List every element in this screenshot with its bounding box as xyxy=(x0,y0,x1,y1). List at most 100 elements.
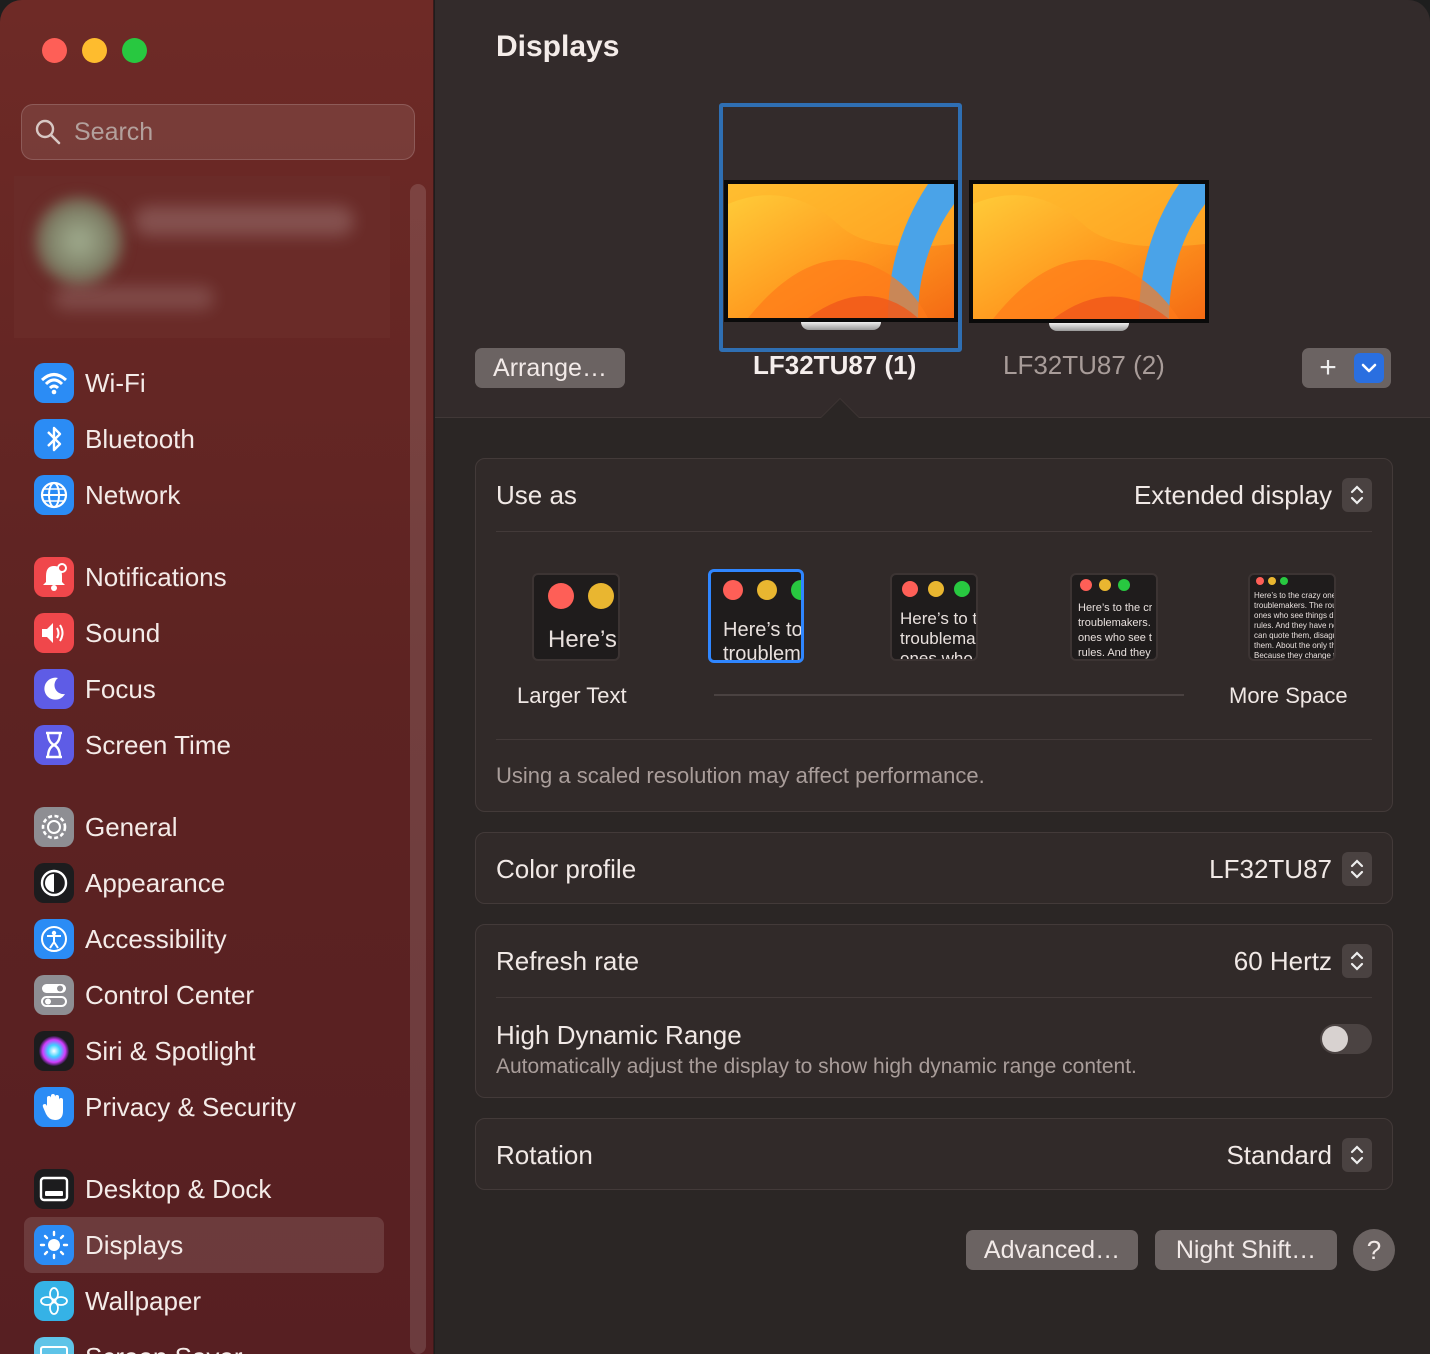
color-profile-popup[interactable]: LF32TU87 xyxy=(1209,852,1372,886)
use-as-popup[interactable]: Extended display xyxy=(1134,478,1372,512)
rotation-value: Standard xyxy=(1226,1139,1332,1170)
sidebar-item-label: Siri & Spotlight xyxy=(85,1035,256,1066)
sidebar-item-label: Focus xyxy=(85,673,156,704)
wallpaper-thumbnail xyxy=(969,180,1209,323)
sidebar-item-wifi[interactable]: Wi-Fi xyxy=(24,355,384,411)
appearance-icon xyxy=(34,863,74,903)
monitor-1-label[interactable]: LF32TU87 (1) xyxy=(753,350,916,381)
sidebar-item-privacy-security[interactable]: Privacy & Security xyxy=(24,1079,384,1135)
apple-id-profile[interactable] xyxy=(14,176,390,338)
sidebar-item-label: Notifications xyxy=(85,561,227,592)
sidebar-item-desktop-dock[interactable]: Desktop & Dock xyxy=(24,1161,384,1217)
resolution-option-2[interactable]: Here’s to troublem xyxy=(708,569,804,663)
sidebar-item-siri-spotlight[interactable]: Siri & Spotlight xyxy=(24,1023,384,1079)
add-display-control[interactable]: + xyxy=(1302,348,1391,388)
sidebar-item-label: Screen Saver xyxy=(85,1342,243,1354)
sidebar-item-network[interactable]: Network xyxy=(24,467,384,523)
hdr-toggle[interactable] xyxy=(1320,1024,1372,1054)
add-display-button[interactable]: + xyxy=(1302,348,1354,388)
help-button[interactable]: ? xyxy=(1353,1229,1395,1271)
sidebar-group-display: Desktop & Dock Displays Wallpaper Screen… xyxy=(24,1161,384,1354)
scaled-resolution-note: Using a scaled resolution may affect per… xyxy=(496,763,985,788)
rotation-card: Rotation Standard xyxy=(475,1118,1393,1190)
sidebar-item-focus[interactable]: Focus xyxy=(24,661,384,717)
updown-chevron-icon xyxy=(1342,944,1372,978)
toggles-icon xyxy=(34,975,74,1015)
divider xyxy=(496,997,1372,998)
wallpaper-thumbnail xyxy=(724,180,958,322)
search-input[interactable] xyxy=(74,117,374,147)
sidebar-group-network: Wi-Fi Bluetooth Network xyxy=(24,355,384,523)
sidebar-item-notifications[interactable]: Notifications xyxy=(24,549,384,605)
gear-icon xyxy=(34,807,74,847)
sidebar-item-label: Sound xyxy=(85,617,161,648)
page-title: Displays xyxy=(496,30,620,63)
hdr-row: High Dynamic Range Automatically adjust … xyxy=(496,1017,1372,1081)
sidebar-item-label: Control Center xyxy=(85,979,255,1010)
sidebar-item-wallpaper[interactable]: Wallpaper xyxy=(24,1273,384,1329)
sidebar-item-appearance[interactable]: Appearance xyxy=(24,855,384,911)
use-as-value: Extended display xyxy=(1133,479,1332,510)
resolution-option-4[interactable]: Here’s to the cr troublemakers. ones who… xyxy=(1070,573,1158,661)
display-arrangement-header: Displays Arrange… LF32TU87 (1) LF32TU87 … xyxy=(435,0,1430,418)
resolution-slider-track xyxy=(714,694,1184,696)
divider xyxy=(496,739,1372,740)
sidebar-item-screen-saver[interactable]: Screen Saver xyxy=(24,1329,384,1354)
sidebar-item-label: Desktop & Dock xyxy=(85,1173,272,1204)
sidebar-item-general[interactable]: General xyxy=(24,799,384,855)
larger-text-label: Larger Text xyxy=(517,683,627,708)
bluetooth-icon xyxy=(34,419,74,459)
night-shift-button[interactable]: Night Shift… xyxy=(1155,1230,1337,1270)
resolution-sample-text: Here’s xyxy=(548,627,617,653)
rotation-popup[interactable]: Standard xyxy=(1226,1138,1372,1172)
sidebar-item-label: Wallpaper xyxy=(85,1285,202,1316)
sidebar-item-label: Displays xyxy=(85,1229,184,1260)
hourglass-icon xyxy=(34,725,74,765)
sidebar-item-displays[interactable]: Displays xyxy=(24,1217,384,1273)
updown-chevron-icon xyxy=(1342,852,1372,886)
sidebar-item-screen-time[interactable]: Screen Time xyxy=(24,717,384,773)
arrange-button[interactable]: Arrange… xyxy=(475,348,625,388)
minimize-button[interactable] xyxy=(82,38,107,63)
rotation-label: Rotation xyxy=(496,1139,593,1170)
moon-icon xyxy=(34,669,74,709)
resolution-sample-text: Here’s to the cr troublemakers. ones who… xyxy=(1078,602,1153,659)
close-button[interactable] xyxy=(42,38,67,63)
sidebar-item-accessibility[interactable]: Accessibility xyxy=(24,911,384,967)
refresh-hdr-card: Refresh rate 60 Hertz High Dynamic Range… xyxy=(475,924,1393,1098)
monitor-stand xyxy=(1049,323,1129,331)
dock-icon xyxy=(34,1169,74,1209)
sidebar-item-bluetooth[interactable]: Bluetooth xyxy=(24,411,384,467)
sidebar-group-notifications: Notifications Sound Focus Screen Time xyxy=(24,549,384,773)
sun-icon xyxy=(34,1225,74,1265)
sidebar-item-sound[interactable]: Sound xyxy=(24,605,384,661)
resolution-sample-text: Here’s to t troublema ones who xyxy=(900,609,978,661)
hdr-description: Automatically adjust the display to show… xyxy=(496,1054,1137,1078)
resolution-option-5[interactable]: Here’s to the crazy one troublemakers. T… xyxy=(1248,573,1336,661)
sidebar-item-control-center[interactable]: Control Center xyxy=(24,967,384,1023)
divider xyxy=(496,531,1372,532)
refresh-rate-value: 60 Hertz xyxy=(1233,945,1332,976)
refresh-rate-popup[interactable]: 60 Hertz xyxy=(1234,944,1372,978)
chevron-down-icon xyxy=(1361,363,1377,373)
sidebar-item-label: Wi-Fi xyxy=(85,367,146,398)
resolution-sample-text: Here’s to the crazy one troublemakers. T… xyxy=(1254,591,1336,660)
color-profile-label: Color profile xyxy=(496,853,637,884)
refresh-rate-label: Refresh rate xyxy=(496,945,640,976)
use-as-label: Use as xyxy=(496,479,577,510)
resolution-option-3[interactable]: Here’s to t troublema ones who xyxy=(890,573,978,661)
selection-pointer xyxy=(820,398,860,418)
window-controls xyxy=(42,38,147,63)
resolution-option-1[interactable]: Here’s xyxy=(532,573,620,661)
advanced-button[interactable]: Advanced… xyxy=(966,1230,1138,1270)
bell-icon xyxy=(34,557,74,597)
hdr-label: High Dynamic Range xyxy=(496,1019,742,1050)
search-field[interactable] xyxy=(21,104,415,160)
monitor-2-label[interactable]: LF32TU87 (2) xyxy=(1003,350,1165,381)
sidebar-item-label: Accessibility xyxy=(85,923,227,954)
sidebar-scrollbar[interactable] xyxy=(410,184,426,1354)
zoom-button[interactable] xyxy=(122,38,147,63)
rotation-row: Rotation Standard xyxy=(496,1135,1372,1175)
refresh-rate-row: Refresh rate 60 Hertz xyxy=(496,941,1372,981)
add-display-menu-button[interactable] xyxy=(1354,353,1384,383)
